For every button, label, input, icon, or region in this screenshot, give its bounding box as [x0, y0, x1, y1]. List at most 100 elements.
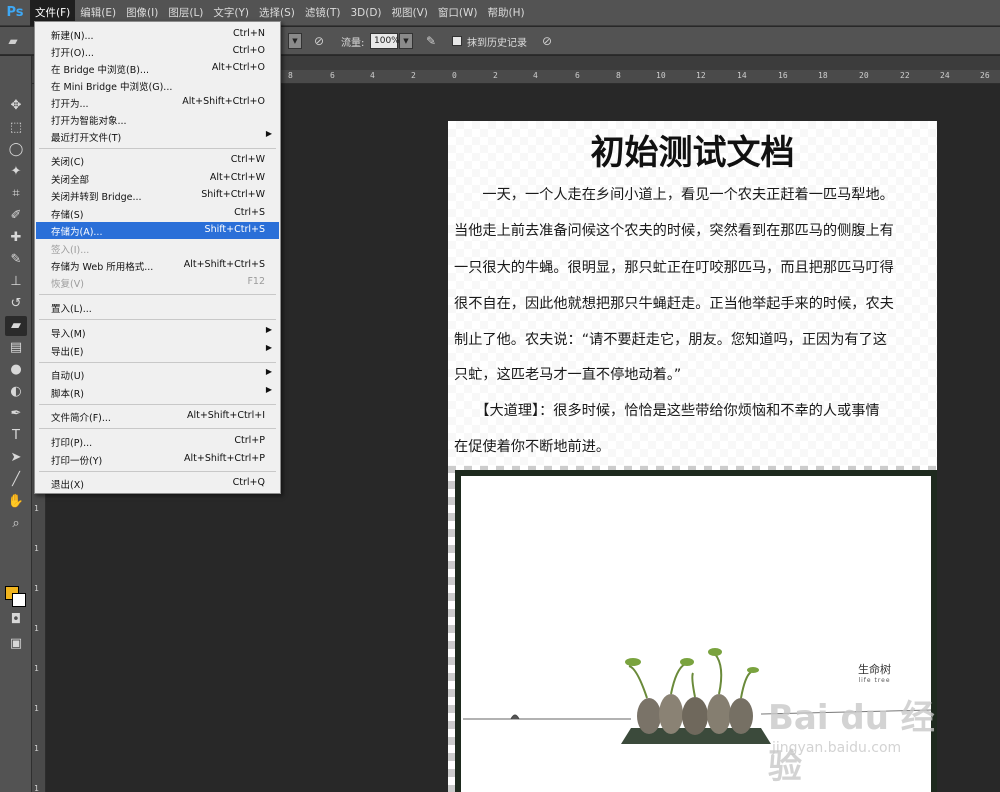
menu-item-browse-bridge[interactable]: 在 Bridge 中浏览(B)... Alt+Ctrl+O	[36, 60, 279, 77]
menu-item-open-smart-object[interactable]: 打开为智能对象...	[36, 111, 279, 128]
paragraph-line: 只虻，这匹老马才一直不停地动着。”	[454, 367, 682, 383]
menu-item-print[interactable]: 打印(P)... Ctrl+P	[36, 433, 279, 450]
healing-brush-icon[interactable]: ✚	[5, 228, 27, 248]
menu-item-shortcut: Shift+Ctrl+W	[201, 189, 265, 200]
menu-window[interactable]: 窗口(W)	[433, 0, 483, 26]
menu-item-save-for-web[interactable]: 存储为 Web 所用格式... Alt+Shift+Ctrl+S	[36, 257, 279, 274]
zoom-tool-icon[interactable]: ⌕	[5, 514, 27, 534]
flow-input[interactable]: 100%	[370, 33, 400, 49]
clone-stamp-icon[interactable]: ⊥	[5, 272, 27, 292]
menu-item-label: 文件简介(F)...	[51, 413, 111, 424]
menu-item-save-as[interactable]: 存储为(A)... Shift+Ctrl+S	[36, 222, 279, 239]
airbrush-icon[interactable]: ✎	[422, 33, 440, 49]
paragraph-line: 一只很大的牛蝇。很明显，那只虻正在叮咬那匹马，而且把那匹马叮得	[454, 260, 894, 276]
ruler-tick: 8	[288, 71, 293, 80]
menu-item-revert: 恢复(V) F12	[36, 274, 279, 291]
menu-filter[interactable]: 滤镜(T)	[300, 0, 346, 26]
blur-tool-icon[interactable]: ●	[5, 360, 27, 380]
watermark-url: jingyan.baidu.com	[772, 740, 902, 756]
menu-item-open-as[interactable]: 打开为... Alt+Shift+Ctrl+O	[36, 94, 279, 111]
ruler-tick: 14	[737, 71, 747, 80]
brush-tool-icon[interactable]: ✎	[5, 250, 27, 270]
screen-mode-icon[interactable]: ▣	[5, 634, 27, 654]
life-tree-logo: 生命树 life tree	[858, 661, 891, 684]
eraser-tool-icon[interactable]: ▰	[5, 316, 27, 336]
submenu-arrow-icon: ▶	[265, 385, 272, 394]
menu-item-export[interactable]: 导出(E) ▶	[36, 342, 279, 359]
menu-item-place[interactable]: 置入(L)...	[36, 299, 279, 316]
menu-separator	[39, 404, 276, 405]
eyedropper-icon[interactable]: ✐	[5, 206, 27, 226]
menu-item-new[interactable]: 新建(N)... Ctrl+N	[36, 26, 279, 43]
menu-item-close-all[interactable]: 关闭全部 Alt+Ctrl+W	[36, 170, 279, 187]
menu-3d[interactable]: 3D(D)	[345, 0, 386, 26]
quick-mask-icon[interactable]: ◘	[5, 610, 27, 630]
erase-history-checkbox[interactable]	[452, 36, 462, 46]
menu-item-automate[interactable]: 自动(U) ▶	[36, 366, 279, 383]
menu-item-shortcut: Ctrl+O	[232, 45, 265, 56]
logo-text: 生命树	[858, 663, 891, 676]
ruler-tick: 1	[34, 544, 39, 553]
opacity-dropdown[interactable]: ▼	[288, 33, 302, 49]
flow-dropdown[interactable]: ▼	[399, 33, 413, 49]
menu-item-label: 自动(U)	[51, 371, 85, 382]
text-layer: 初始测试文档 一天，一个人走在乡间小道上，看见一个农夫正赶着一匹马犁地。 当他走…	[448, 121, 937, 466]
path-selection-icon[interactable]: ➤	[5, 448, 27, 468]
menu-view[interactable]: 视图(V)	[387, 0, 433, 26]
line-tool-icon[interactable]: ╱	[5, 470, 27, 490]
menu-item-label: 存储(S)	[51, 210, 84, 221]
paragraph-line: 制止了他。农夫说：“请不要赶走它，朋友。您知道吗，正因为有了这	[454, 332, 887, 348]
marquee-tool-icon[interactable]: ⬚	[5, 118, 27, 138]
type-tool-icon[interactable]: T	[5, 426, 27, 446]
menu-item-recent-files[interactable]: 最近打开文件(T) ▶	[36, 128, 279, 145]
menu-help[interactable]: 帮助(H)	[483, 0, 530, 26]
menu-item-browse-mini-bridge[interactable]: 在 Mini Bridge 中浏览(G)...	[36, 77, 279, 94]
menu-item-import[interactable]: 导入(M) ▶	[36, 324, 279, 341]
menu-item-label: 关闭(C)	[51, 157, 85, 168]
eraser-preset-icon[interactable]: ▰	[4, 33, 22, 49]
menu-item-check-in: 签入(I)...	[36, 240, 279, 257]
menu-item-file-info[interactable]: 文件简介(F)... Alt+Shift+Ctrl+I	[36, 408, 279, 425]
menu-item-scripts[interactable]: 脚本(R) ▶	[36, 384, 279, 401]
ruler-tick: 4	[533, 71, 538, 80]
move-tool-icon[interactable]: ✥	[5, 96, 27, 116]
ruler-tick: 24	[940, 71, 950, 80]
crop-tool-icon[interactable]: ⌗	[5, 184, 27, 204]
document-title: 初始测试文档	[590, 133, 795, 173]
menu-item-shortcut: Ctrl+P	[234, 435, 265, 446]
pen-tool-icon[interactable]: ✒	[5, 404, 27, 424]
ruler-tick: 0	[452, 71, 457, 80]
menu-item-close-go-bridge[interactable]: 关闭并转到 Bridge... Shift+Ctrl+W	[36, 187, 279, 204]
ruler-tick: 2	[411, 71, 416, 80]
menu-item-shortcut: Alt+Ctrl+W	[209, 172, 265, 183]
magic-wand-icon[interactable]: ✦	[5, 162, 27, 182]
flow-label: 流量:	[341, 38, 365, 49]
menu-item-label: 存储为 Web 所用格式...	[51, 262, 154, 273]
lasso-tool-icon[interactable]: ◯	[5, 140, 27, 160]
background-color-swatch[interactable]	[12, 593, 26, 607]
menu-item-close[interactable]: 关闭(C) Ctrl+W	[36, 152, 279, 169]
menu-item-print-one[interactable]: 打印一份(Y) Alt+Shift+Ctrl+P	[36, 451, 279, 468]
menu-item-open[interactable]: 打开(O)... Ctrl+O	[36, 43, 279, 60]
menu-separator	[39, 428, 276, 429]
menu-item-exit[interactable]: 退出(X) Ctrl+Q	[36, 475, 279, 492]
dodge-tool-icon[interactable]: ◐	[5, 382, 27, 402]
submenu-arrow-icon: ▶	[265, 325, 272, 334]
menu-item-label: 关闭全部	[51, 175, 90, 186]
paragraph-line: 一天，一个人走在乡间小道上，看见一个农夫正赶着一匹马犁地。	[454, 187, 894, 203]
menu-item-shortcut: Ctrl+Q	[232, 477, 265, 488]
logo-subtext: life tree	[858, 677, 891, 684]
menu-item-label: 新建(N)...	[51, 31, 94, 42]
pressure-size-icon[interactable]: ⊘	[538, 33, 556, 49]
pressure-opacity-icon[interactable]: ⊘	[310, 33, 328, 49]
menu-item-shortcut: Alt+Shift+Ctrl+I	[186, 410, 265, 421]
erase-history-label: 抹到历史记录	[467, 38, 527, 49]
history-brush-icon[interactable]: ↺	[5, 294, 27, 314]
menu-item-label: 导出(E)	[51, 347, 84, 358]
hand-tool-icon[interactable]: ✋	[5, 492, 27, 512]
ruler-tick: 2	[493, 71, 498, 80]
menu-item-shortcut: Alt+Shift+Ctrl+S	[183, 259, 265, 270]
menu-item-save[interactable]: 存储(S) Ctrl+S	[36, 205, 279, 222]
ruler-tick: 6	[575, 71, 580, 80]
gradient-tool-icon[interactable]: ▤	[5, 338, 27, 358]
